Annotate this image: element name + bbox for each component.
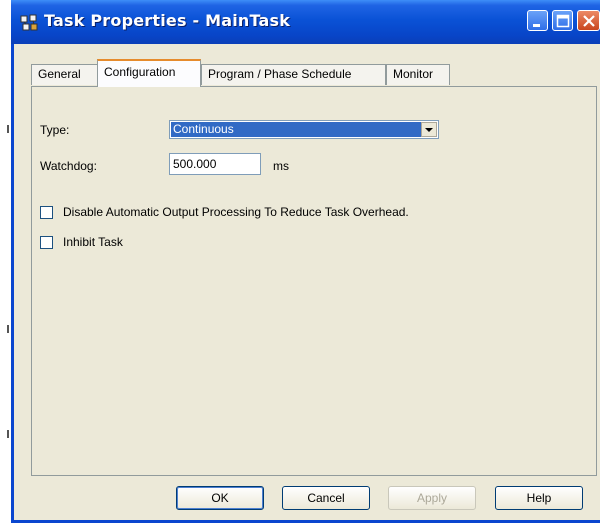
ok-button[interactable]: OK [176, 486, 264, 510]
watchdog-unit: ms [273, 159, 289, 173]
maximize-button[interactable] [552, 10, 573, 31]
title-bar[interactable]: Task Properties - MainTask [11, 0, 600, 44]
maximize-icon [556, 14, 570, 28]
inhibit-task-label: Inhibit Task [63, 235, 123, 249]
tab-general[interactable]: General [31, 64, 98, 85]
cancel-button[interactable]: Cancel [282, 486, 370, 510]
task-properties-dialog: Task Properties - MainTask General Confi… [11, 0, 600, 523]
type-dropdown[interactable]: Continuous [169, 120, 439, 139]
minimize-icon [533, 24, 540, 27]
tab-configuration[interactable]: Configuration [97, 59, 201, 87]
tab-monitor[interactable]: Monitor [386, 64, 450, 85]
configuration-panel [31, 86, 597, 476]
task-properties-icon [20, 14, 38, 32]
close-icon [583, 15, 595, 27]
close-button[interactable] [577, 10, 600, 31]
watchdog-label: Watchdog: [40, 159, 97, 173]
type-label: Type: [40, 123, 70, 137]
tab-label: General [38, 67, 81, 81]
strip-tick [7, 125, 9, 133]
watchdog-input[interactable] [169, 153, 261, 175]
disable-output-processing-label: Disable Automatic Output Processing To R… [63, 205, 409, 219]
tab-label: Configuration [104, 65, 176, 79]
disable-output-processing-checkbox[interactable] [40, 206, 53, 219]
strip-tick [7, 430, 9, 438]
apply-button[interactable]: Apply [388, 486, 476, 510]
minimize-button[interactable] [527, 10, 548, 31]
tab-label: Program / Phase Schedule [208, 67, 352, 81]
help-button[interactable]: Help [495, 486, 583, 510]
inhibit-task-checkbox[interactable] [40, 236, 53, 249]
window-border [11, 44, 14, 523]
window-title: Task Properties - MainTask [44, 11, 291, 30]
tab-label: Monitor [393, 67, 434, 81]
dropdown-arrow-button[interactable] [421, 122, 437, 137]
tab-program-phase-schedule[interactable]: Program / Phase Schedule [201, 64, 386, 85]
background-window-edge [0, 0, 11, 523]
strip-tick [7, 325, 9, 333]
chevron-down-icon [425, 128, 433, 132]
type-selected-value: Continuous [171, 122, 421, 137]
